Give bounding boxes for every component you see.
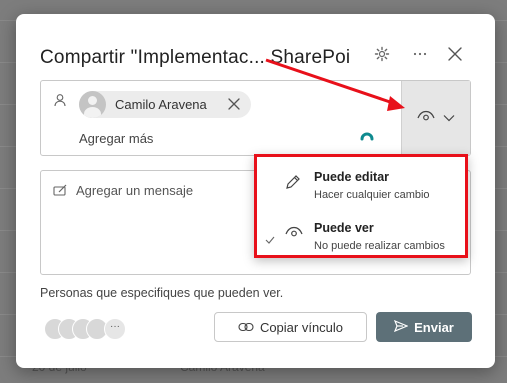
shared-with-avatars[interactable]: ··· [44, 318, 134, 340]
link-icon [238, 320, 254, 335]
loading-spinner-icon [360, 129, 374, 148]
share-info-text: Personas que especifiques que pueden ver… [40, 286, 284, 300]
checkmark-icon [265, 231, 275, 249]
recipient-name: Camilo Aravena [115, 97, 207, 112]
menu-item-can-view[interactable]: Puede ver No puede realizar cambios [257, 211, 465, 257]
remove-recipient-icon[interactable] [227, 97, 241, 116]
permission-menu: Puede editar Hacer cualquier cambio Pued… [254, 154, 468, 258]
message-placeholder: Agregar un mensaje [76, 183, 194, 198]
gear-icon[interactable] [372, 44, 392, 64]
send-button[interactable]: Enviar [376, 312, 472, 342]
menu-item-can-edit[interactable]: Puede editar Hacer cualquier cambio [257, 160, 465, 206]
compose-icon [53, 183, 68, 202]
more-avatars-badge[interactable]: ··· [104, 318, 126, 340]
person-icon [53, 93, 67, 112]
copy-link-label: Copiar vínculo [259, 319, 344, 335]
avatar [79, 91, 106, 118]
send-icon [394, 319, 409, 335]
pencil-icon [285, 174, 301, 195]
menu-item-title: Puede editar [314, 170, 390, 184]
eye-icon [285, 225, 303, 243]
more-icon[interactable] [410, 44, 430, 64]
recipient-chip[interactable]: Camilo Aravena [79, 91, 251, 118]
menu-item-title: Puede ver [314, 221, 374, 235]
close-icon[interactable] [445, 44, 465, 64]
permission-dropdown-button[interactable] [401, 81, 470, 155]
eye-icon [417, 109, 435, 127]
menu-item-subtitle: No puede realizar cambios [314, 240, 445, 252]
copy-link-button[interactable]: Copiar vínculo [214, 312, 367, 342]
add-more-input[interactable]: Agregar más [79, 131, 153, 146]
recipients-field[interactable]: Camilo Aravena Agregar más [40, 80, 471, 156]
menu-item-subtitle: Hacer cualquier cambio [314, 189, 430, 201]
chevron-down-icon [443, 109, 455, 127]
send-label: Enviar [414, 319, 454, 335]
dialog-title: Compartir "Implementac... SharePoi [40, 47, 351, 68]
